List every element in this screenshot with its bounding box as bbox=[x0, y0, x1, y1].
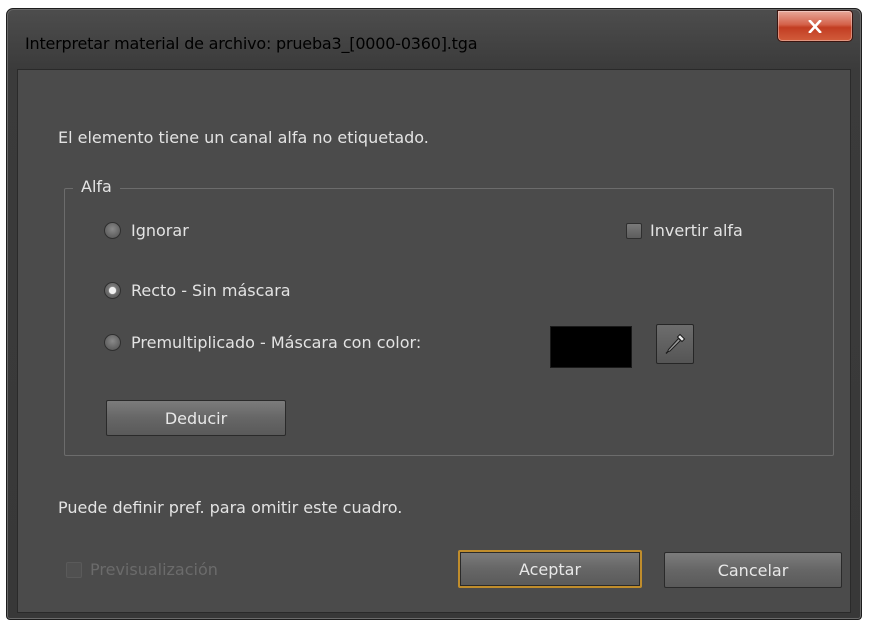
dialog-body: El elemento tiene un canal alfa no etiqu… bbox=[17, 69, 851, 613]
preview-box[interactable] bbox=[66, 561, 82, 578]
preview-checkbox[interactable]: Previsualización bbox=[66, 560, 218, 579]
close-x-icon bbox=[808, 19, 822, 33]
radio-ignorar-label: Ignorar bbox=[131, 221, 189, 240]
radio-ignorar-indicator[interactable] bbox=[104, 222, 121, 239]
matte-color-swatch[interactable] bbox=[550, 326, 632, 368]
radio-recto-label: Recto - Sin máscara bbox=[131, 281, 291, 300]
hint-text: Puede definir pref. para omitir este cua… bbox=[58, 498, 403, 517]
message-text: El elemento tiene un canal alfa no etiqu… bbox=[58, 128, 429, 147]
radio-recto[interactable]: Recto - Sin máscara bbox=[104, 281, 291, 300]
invert-alpha-checkbox[interactable]: Invertir alfa bbox=[626, 221, 743, 240]
title-bar[interactable]: Interpretar material de archivo: prueba3… bbox=[7, 9, 861, 77]
eyedropper-button[interactable] bbox=[656, 324, 694, 364]
cancel-button[interactable]: Cancelar bbox=[664, 552, 842, 588]
guess-button[interactable]: Deducir bbox=[106, 400, 286, 436]
dialog-window: Interpretar material de archivo: prueba3… bbox=[6, 8, 862, 620]
radio-premultiplicado-label: Premultiplicado - Máscara con color: bbox=[131, 333, 422, 352]
radio-premultiplicado-indicator[interactable] bbox=[104, 334, 121, 351]
alpha-group-legend: Alfa bbox=[73, 177, 120, 196]
radio-premultiplicado[interactable]: Premultiplicado - Máscara con color: bbox=[104, 333, 421, 352]
eyedropper-icon bbox=[665, 333, 686, 354]
radio-ignorar[interactable]: Ignorar bbox=[104, 221, 189, 240]
invert-alpha-box[interactable] bbox=[626, 222, 642, 239]
preview-label: Previsualización bbox=[90, 560, 218, 579]
radio-recto-indicator[interactable] bbox=[104, 282, 121, 299]
invert-alpha-label: Invertir alfa bbox=[650, 221, 743, 240]
close-button[interactable] bbox=[777, 10, 853, 42]
ok-button[interactable]: Aceptar bbox=[458, 550, 642, 588]
window-title: Interpretar material de archivo: prueba3… bbox=[25, 34, 478, 53]
